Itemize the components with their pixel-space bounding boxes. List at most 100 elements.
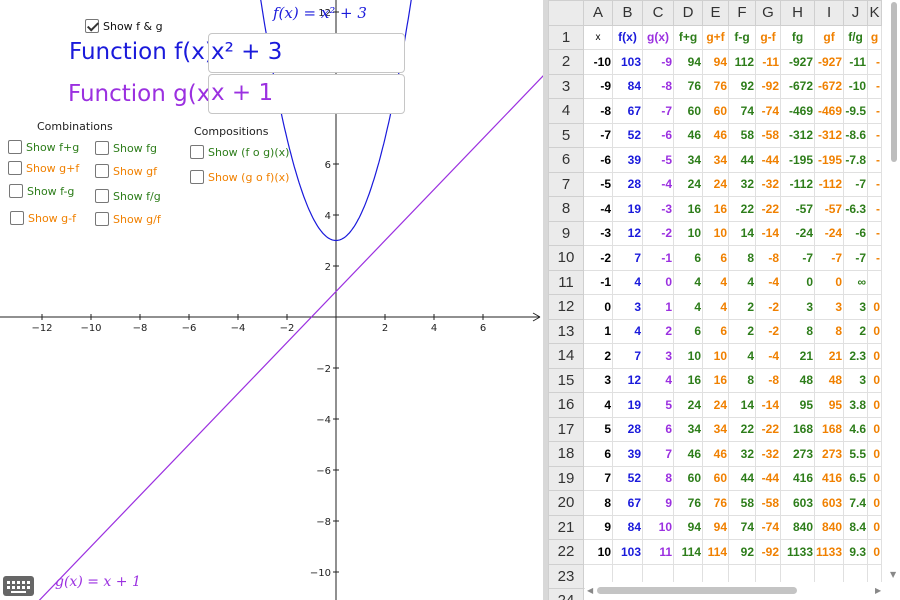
row-header[interactable]: 3 — [548, 73, 584, 99]
spreadsheet-cell[interactable]: -6 — [843, 220, 869, 246]
spreadsheet-cell[interactable]: 7 — [642, 441, 674, 467]
spreadsheet-cell[interactable]: -4 — [642, 171, 674, 197]
spreadsheet-cell[interactable]: 60 — [702, 98, 729, 124]
spreadsheet-cell[interactable]: 103 — [612, 49, 643, 75]
row-header[interactable]: 11 — [548, 269, 584, 295]
spreadsheet-cell[interactable]: 112 — [728, 49, 756, 75]
spreadsheet-cell[interactable]: -7 — [843, 171, 869, 197]
column-title-cell[interactable]: x — [583, 24, 613, 50]
spreadsheet-cell[interactable] — [867, 269, 883, 295]
row-header[interactable]: 21 — [548, 514, 584, 540]
spreadsheet-cell[interactable]: 67 — [612, 490, 643, 516]
spreadsheet-cell[interactable]: 84 — [612, 73, 643, 99]
spreadsheet-cell[interactable]: -57 — [780, 196, 815, 222]
spreadsheet-cell[interactable]: -14 — [755, 392, 781, 418]
spreadsheet-cell[interactable]: 3 — [642, 343, 674, 369]
spreadsheet-cell[interactable]: -9.5 — [843, 98, 869, 124]
spreadsheet-cell[interactable]: 34 — [673, 416, 703, 442]
spreadsheet-cell[interactable]: 94 — [673, 514, 703, 540]
spreadsheet-cell[interactable]: 84 — [612, 514, 643, 540]
spreadsheet-cell[interactable]: 0 — [813, 269, 845, 295]
spreadsheet-cell[interactable]: 19 — [612, 392, 643, 418]
spreadsheet-cell[interactable]: 94 — [673, 49, 703, 75]
spreadsheet-cell[interactable]: 840 — [813, 514, 845, 540]
spreadsheet-cell[interactable]: -32 — [755, 441, 781, 467]
spreadsheet-cell[interactable]: -2 — [755, 294, 781, 320]
spreadsheet-cell[interactable]: 7.4 — [843, 490, 869, 516]
spreadsheet-cell[interactable]: 0 — [867, 294, 883, 320]
row-header[interactable]: 20 — [548, 490, 584, 516]
spreadsheet-cell[interactable]: 2 — [728, 318, 756, 344]
row-header[interactable]: 12 — [548, 294, 584, 320]
show-f-o-g-checkbox[interactable]: Show (f o g)(x) — [190, 145, 289, 159]
spreadsheet-cell[interactable]: 5.5 — [843, 441, 869, 467]
spreadsheet-cell[interactable]: -4 — [755, 269, 781, 295]
column-header-k[interactable]: K — [867, 0, 883, 26]
spreadsheet-cell[interactable]: 2 — [843, 318, 869, 344]
spreadsheet-cell[interactable]: -195 — [780, 147, 815, 173]
row-header[interactable]: 4 — [548, 98, 584, 124]
spreadsheet-cell[interactable]: 7 — [612, 245, 643, 271]
spreadsheet-cell[interactable]: 4 — [728, 343, 756, 369]
row-header[interactable]: 22 — [548, 539, 584, 565]
show-g-o-f-checkbox[interactable]: Show (g o f)(x) — [190, 170, 289, 184]
spreadsheet-cell[interactable]: 58 — [728, 490, 756, 516]
spreadsheet-cell[interactable]: 1133 — [813, 539, 845, 565]
spreadsheet-cell[interactable]: 603 — [813, 490, 845, 516]
spreadsheet-cell[interactable]: 32 — [728, 441, 756, 467]
spreadsheet-cell[interactable]: -927 — [780, 49, 815, 75]
spreadsheet-cell[interactable]: 8 — [583, 490, 613, 516]
spreadsheet-cell[interactable]: -24 — [780, 220, 815, 246]
spreadsheet-cell[interactable]: 6.5 — [843, 465, 869, 491]
spreadsheet-cell[interactable]: -469 — [813, 98, 845, 124]
spreadsheet-cell[interactable]: 22 — [728, 196, 756, 222]
show-fg-checkbox[interactable]: Show fg — [95, 141, 157, 155]
spreadsheet-cell[interactable]: -6 — [642, 122, 674, 148]
spreadsheet-cell[interactable]: 2 — [583, 343, 613, 369]
column-header-c[interactable]: C — [642, 0, 674, 26]
spreadsheet-cell[interactable]: 8 — [780, 318, 815, 344]
spreadsheet-cell[interactable]: -2 — [583, 245, 613, 271]
spreadsheet-cell[interactable]: -112 — [813, 171, 845, 197]
spreadsheet-cell[interactable]: -11 — [843, 49, 869, 75]
spreadsheet-cell[interactable]: -74 — [755, 98, 781, 124]
row-header[interactable]: 19 — [548, 465, 584, 491]
spreadsheet-cell[interactable]: 94 — [702, 49, 729, 75]
spreadsheet-cell[interactable]: 74 — [728, 98, 756, 124]
spreadsheet-cell[interactable]: 7 — [583, 465, 613, 491]
spreadsheet-cell[interactable]: 14 — [728, 392, 756, 418]
spreadsheet-cell[interactable]: 0 — [867, 392, 883, 418]
spreadsheet-cell[interactable]: 92 — [728, 539, 756, 565]
spreadsheet-cell[interactable]: 3.8 — [843, 392, 869, 418]
row-header[interactable]: 18 — [548, 441, 584, 467]
column-title-cell[interactable]: g — [867, 24, 883, 50]
column-title-cell[interactable]: f(x) — [612, 24, 643, 50]
spreadsheet-cell[interactable]: 44 — [728, 465, 756, 491]
spreadsheet-cell[interactable]: -4 — [583, 196, 613, 222]
spreadsheet-cell[interactable]: -7 — [813, 245, 845, 271]
spreadsheet-cell[interactable]: -10 — [843, 73, 869, 99]
spreadsheet-cell[interactable]: 6 — [673, 318, 703, 344]
spreadsheet-cell[interactable]: 22 — [728, 416, 756, 442]
spreadsheet-cell[interactable]: 6 — [583, 441, 613, 467]
spreadsheet-cell[interactable]: 6 — [702, 245, 729, 271]
row-header[interactable]: 23 — [548, 563, 584, 589]
spreadsheet-cell[interactable]: -8 — [755, 367, 781, 393]
row-header[interactable]: 13 — [548, 318, 584, 344]
spreadsheet-cell[interactable]: 7 — [612, 343, 643, 369]
scroll-right-arrow-icon[interactable]: ▶ — [875, 586, 881, 595]
spreadsheet-cell[interactable]: 44 — [728, 147, 756, 173]
spreadsheet-cell[interactable]: 28 — [612, 171, 643, 197]
spreadsheet-cell[interactable]: -672 — [813, 73, 845, 99]
spreadsheet-cell[interactable]: -7 — [843, 245, 869, 271]
spreadsheet-cell[interactable]: -44 — [755, 147, 781, 173]
spreadsheet-cell[interactable]: -672 — [780, 73, 815, 99]
spreadsheet-cell[interactable]: 9.3 — [843, 539, 869, 565]
spreadsheet-cell[interactable]: 3 — [843, 294, 869, 320]
spreadsheet-cell[interactable]: -9 — [642, 49, 674, 75]
show-gf-checkbox[interactable]: Show gf — [95, 164, 157, 178]
spreadsheet-cell[interactable]: - — [867, 122, 883, 148]
row-header[interactable]: 1 — [548, 24, 584, 50]
spreadsheet-cell[interactable]: 46 — [702, 441, 729, 467]
spreadsheet-cell[interactable]: 0 — [867, 441, 883, 467]
